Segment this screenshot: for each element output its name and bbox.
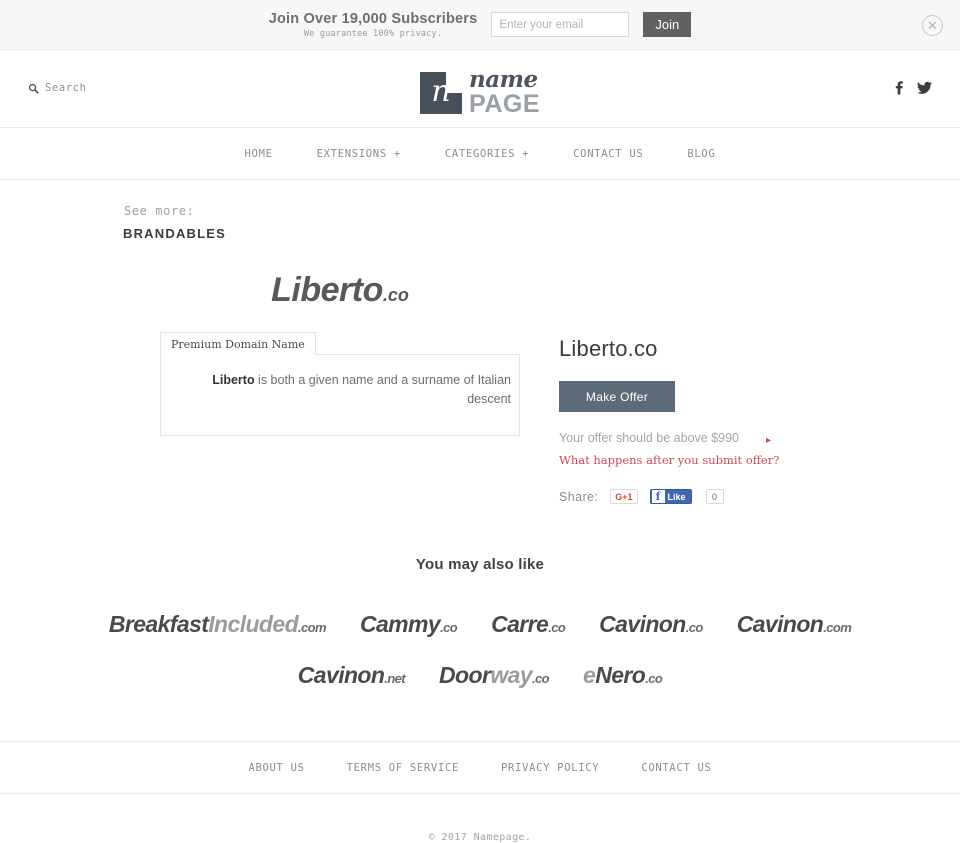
footer-link-terms-of-service[interactable]: TERMS OF SERVICE [347,762,459,774]
facebook-f-icon: f [651,490,665,503]
product-offer-panel: Liberto.co Make Offer Your offer should … [559,332,819,504]
facebook-like-count[interactable]: 0 [705,489,724,504]
also-item-light: Included [208,611,299,637]
also-like-item[interactable]: BreakfastIncluded.com [108,599,327,650]
description-tab-label: Premium Domain Name [160,332,316,355]
banner-copy: Join Over 19,000 Subscribers We guarante… [269,11,478,39]
also-item-tld: .com [823,620,852,635]
product-description-panel: Premium Domain Name Liberto is both a gi… [160,332,520,504]
search-label: Search [45,82,87,94]
description-body: Liberto is both a given name and a surna… [160,354,520,436]
domain-logo-name: Liberto [271,271,383,309]
copyright-text: © 2017 Namepage. [428,832,532,843]
offer-minimum-text: Your offer should be above $990 [559,431,740,445]
logo-name-text: name [469,66,538,93]
also-item-tld: .co [440,620,458,635]
offer-info-link[interactable]: What happens after you submit offer? [559,453,819,467]
arrow-right-icon: ▸ [765,435,771,446]
banner-subtitle: We guarantee 100% privacy. [303,28,443,39]
logo-page-text: PAGE [469,90,540,118]
footer-link-privacy-policy[interactable]: PRIVACY POLICY [501,762,599,774]
description-text: is both a given name and a surname of It… [254,373,511,406]
also-item-tld: .co [645,671,663,686]
also-item-dark: Door [439,662,491,688]
join-button[interactable]: Join [643,12,692,37]
share-row: Share: G+1 f Like 0 [559,489,819,504]
domain-logo-tld: .co [382,285,409,305]
also-item-dark: Cavinon [297,662,385,688]
main-nav: HOME EXTENSIONS + CATEGORIES + CONTACT U… [0,128,960,180]
nav-item-home[interactable]: HOME [245,148,273,160]
also-item-light: way [490,662,532,688]
also-like-item[interactable]: Cammy.co [359,599,458,650]
also-like-item[interactable]: Carre.co [491,599,566,650]
email-input[interactable] [491,12,630,37]
twitter-icon[interactable] [917,81,932,95]
nav-item-contact-us[interactable]: CONTACT US [573,148,643,160]
product-columns: Premium Domain Name Liberto is both a gi… [0,332,960,504]
also-item-dark: Cavinon [599,611,686,637]
nav-item-extensions[interactable]: EXTENSIONS + [317,148,401,160]
also-like-heading: You may also like [415,556,545,573]
see-more-label: See more: [124,204,195,218]
domain-logo: Liberto.co [0,271,960,310]
page-title: Liberto.co [559,336,658,361]
subscribe-banner: Join Over 19,000 Subscribers We guarante… [0,0,960,50]
also-like-grid: BreakfastIncluded.com Cammy.co Carre.co … [0,599,960,701]
site-header: Search name PAGE [0,50,960,128]
also-item-dark: Cammy [359,611,441,637]
also-item-dark: Carre [491,611,549,637]
also-item-light: e [582,662,596,688]
also-item-tld: .com [298,620,327,635]
see-more-category-link[interactable]: BRANDABLES [123,226,960,241]
logo-mark-icon [420,70,463,114]
also-like-item[interactable]: Cavinon.com [736,599,852,650]
facebook-like-button[interactable]: f Like [649,489,692,504]
also-item-tld: .net [384,671,406,686]
also-item-tld: .co [685,620,704,635]
also-item-tld: .co [548,620,566,635]
close-circle-icon[interactable]: ✕ [922,15,943,36]
nav-item-blog[interactable]: BLOG [687,148,715,160]
footer-link-about-us[interactable]: ABOUT US [248,762,304,774]
footer-link-contact-us[interactable]: CONTACT US [641,762,711,774]
description-domain-name: Liberto [212,373,255,387]
facebook-like-label: Like [667,491,686,502]
also-like-item[interactable]: eNero.co [582,650,663,701]
offer-minimum-note: Your offer should be above $990 ▸ [559,430,771,447]
also-like-item[interactable]: Cavinon.co [599,599,703,650]
share-label: Share: [559,489,599,504]
search-icon [28,83,39,94]
social-links [894,81,932,95]
also-item-dark: Nero [595,662,646,688]
also-item-dark: Breakfast [108,611,209,637]
site-logo[interactable]: name PAGE [420,68,540,117]
also-like-item[interactable]: Doorway.co [439,650,550,701]
banner-title: Join Over 19,000 Subscribers [268,10,478,27]
also-item-dark: Cavinon [736,611,824,637]
facebook-icon[interactable] [894,81,905,95]
also-item-tld: .co [532,671,550,686]
see-more-section: See more: BRANDABLES [0,180,960,241]
footer-nav: ABOUT US TERMS OF SERVICE PRIVACY POLICY… [0,741,960,794]
also-like-item[interactable]: Cavinon.net [297,650,406,701]
nav-item-categories[interactable]: CATEGORIES + [445,148,529,160]
search-button[interactable]: Search [28,82,87,94]
google-plus-one-button[interactable]: G+1 [610,489,638,504]
make-offer-button[interactable]: Make Offer [559,381,675,412]
